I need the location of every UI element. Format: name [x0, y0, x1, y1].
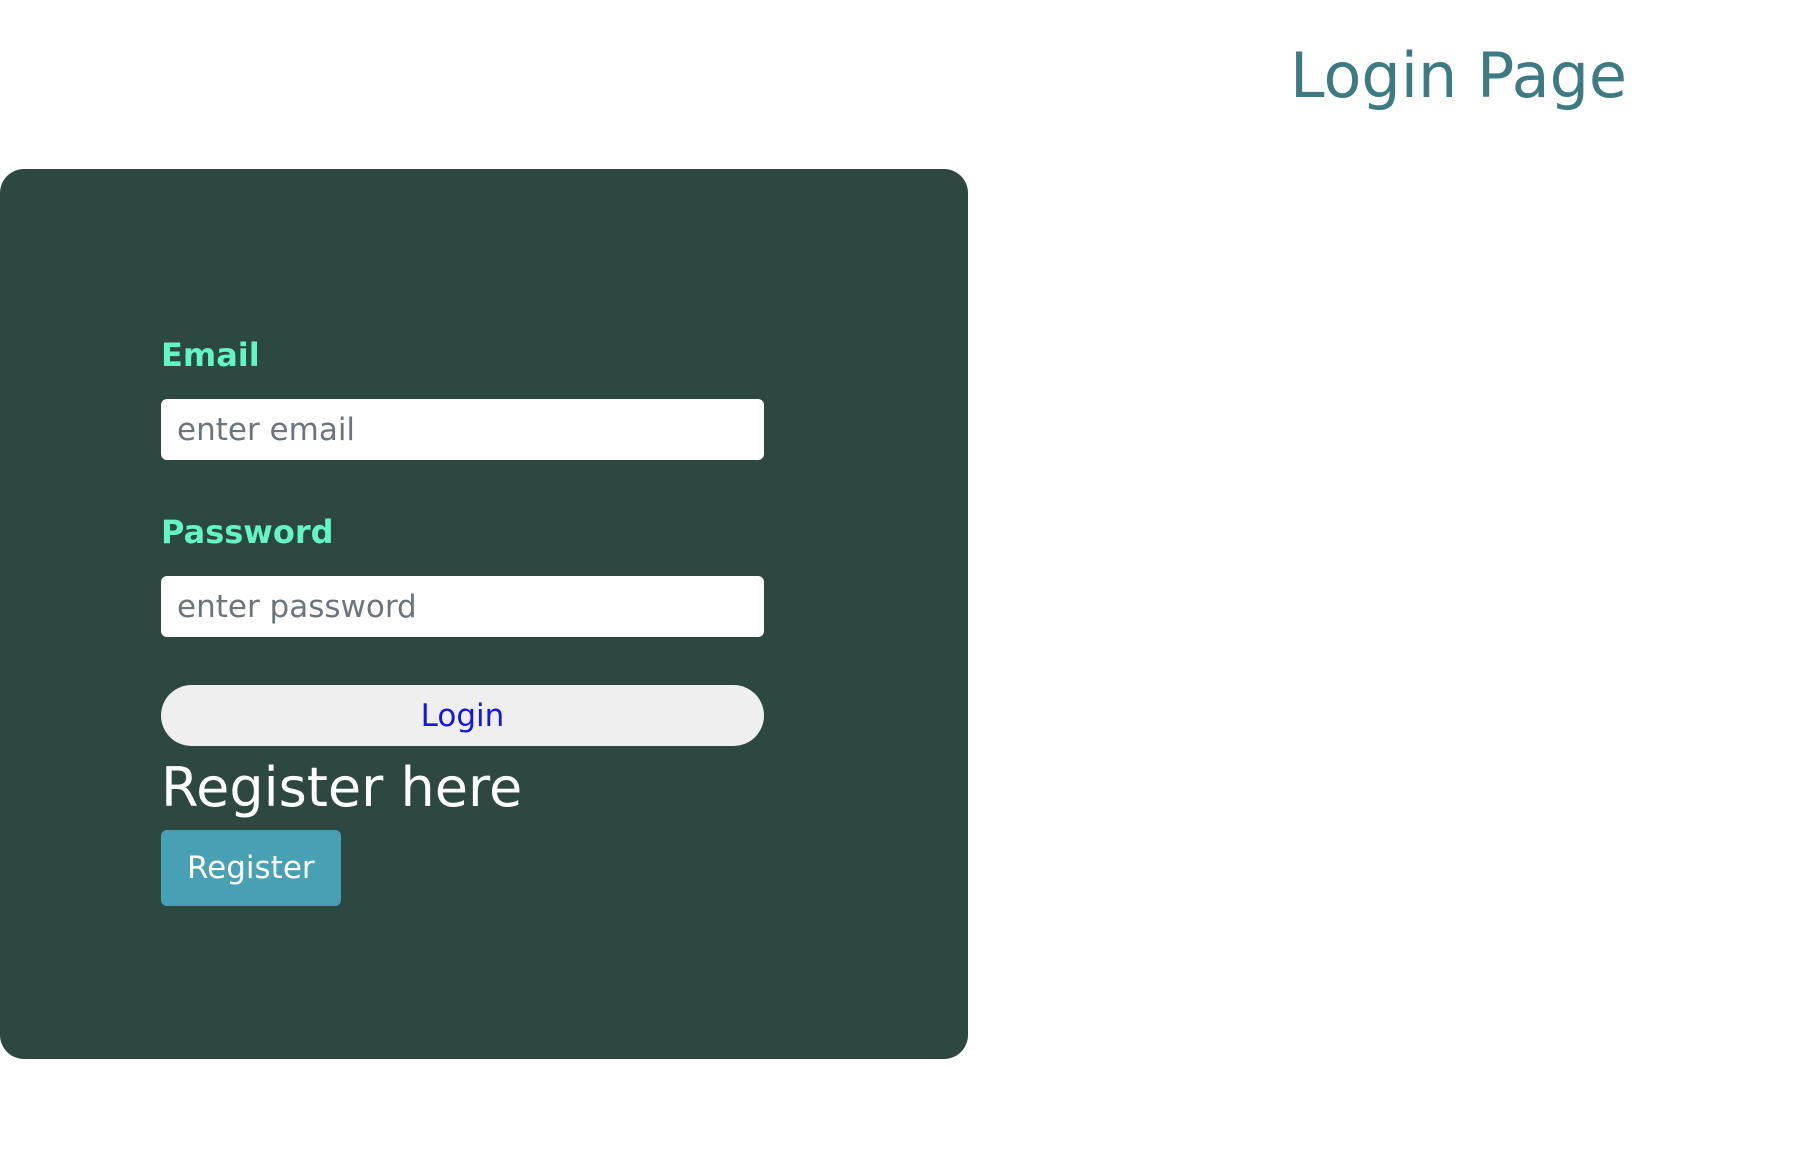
page-title: Login Page — [1290, 39, 1628, 112]
login-button[interactable]: Login — [161, 685, 764, 746]
login-form: Email Password Login Register here Regis… — [161, 333, 764, 906]
email-label: Email — [161, 336, 260, 374]
register-heading: Register here — [161, 756, 523, 819]
email-field[interactable] — [161, 399, 764, 460]
password-label: Password — [161, 513, 334, 551]
register-button[interactable]: Register — [161, 830, 341, 906]
password-field[interactable] — [161, 576, 764, 637]
login-card: Email Password Login Register here Regis… — [0, 169, 968, 1059]
